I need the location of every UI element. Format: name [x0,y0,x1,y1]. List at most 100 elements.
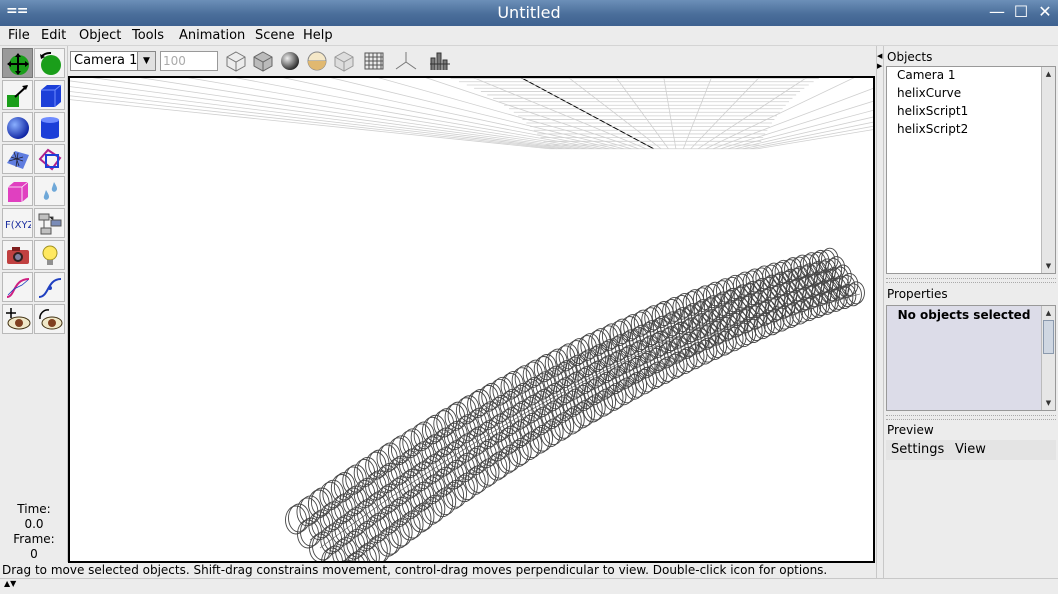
transparent-button[interactable] [305,50,329,72]
textured-icon [334,51,354,72]
sphere-shaded-button[interactable] [278,50,302,72]
object-item-helixscript2[interactable]: helixScript2 [897,122,968,136]
wireframe-button[interactable] [224,50,248,72]
polymesh-tool[interactable] [2,144,33,174]
tube-icon [38,213,62,235]
scroll-thumb[interactable] [1043,320,1054,354]
ground-grid [70,78,873,150]
viewport-3d[interactable] [68,76,875,563]
pink-cube-icon [8,181,29,202]
cube-tool[interactable] [34,80,65,110]
properties-title: Properties [887,287,948,301]
close-button[interactable]: ✕ [1036,3,1054,21]
template-button[interactable] [428,50,452,72]
vertical-splitter[interactable]: ◀ ▶ [876,46,884,578]
move-view-tool[interactable] [2,304,33,334]
sphere-shaded-icon [281,52,299,70]
rotate-tool[interactable] [34,48,65,78]
objects-title: Objects [887,50,933,64]
menu-help[interactable]: Help [303,28,333,43]
maximize-button[interactable]: ☐ [1012,3,1030,21]
panel-divider-top[interactable] [886,278,1056,283]
smooth-shaded-icon [253,51,273,72]
view-toolbar: Camera 1 ▼ 100 [68,46,876,76]
chevron-down-icon[interactable]: ▼ [137,52,155,70]
axes-button[interactable] [394,50,418,72]
menu-scene[interactable]: Scene [255,28,295,43]
menu-tools[interactable]: Tools [132,28,164,43]
sphere-icon [7,117,29,139]
camera-tool[interactable] [2,240,33,270]
fxyz-tool[interactable]: F(XYZ) [2,208,33,238]
curve-tool[interactable] [2,272,33,302]
tube-tool[interactable] [34,208,65,238]
object-item-helixscript1[interactable]: helixScript1 [897,104,968,118]
minimize-button[interactable]: — [988,3,1006,21]
time-value: 0.0 [24,517,44,531]
rotate-view-tool[interactable] [34,304,65,334]
object-list-scrollbar[interactable]: ▲ ▼ [1041,67,1055,273]
tube-curve-tool[interactable] [34,272,65,302]
object-list[interactable]: Camera 1 helixCurve helixScript1 helixSc… [886,66,1056,274]
preview-area [886,460,1056,576]
preview-title: Preview [887,423,934,437]
menu-object[interactable]: Object [79,28,121,43]
scroll-down-icon[interactable]: ▼ [1042,259,1055,273]
status-text: Drag to move selected objects. Shift-dra… [2,563,828,577]
scene-canvas[interactable] [70,78,873,561]
bottom-edge: ▲▼ [0,578,1058,594]
pink-cube-tool[interactable] [2,176,33,206]
time-label: Time: [17,502,51,516]
preview-menu-bar: Settings View [886,440,1056,460]
splitter-right-arrow-icon[interactable]: ▶ [877,62,882,70]
window-title: Untitled [497,3,561,22]
scroll-up-icon[interactable]: ▲ [1042,67,1055,81]
object-item-camera[interactable]: Camera 1 [897,68,956,82]
cylinder-icon [41,117,59,139]
curve-icon [6,278,30,298]
camera-select-value: Camera 1 [74,53,138,68]
frame-value: 0 [30,547,38,561]
panel-divider-bottom[interactable] [886,415,1056,420]
no-selection-message: No objects selected [897,308,1031,322]
properties-scrollbar[interactable]: ▲ ▼ [1041,306,1055,410]
camera-icon [7,247,29,264]
camera-select[interactable]: Camera 1 ▼ [70,51,156,71]
polymesh-icon [7,151,29,169]
rotate-icon [40,51,61,75]
axes-icon [395,52,417,70]
helix-mesh [285,247,865,561]
grid-icon [364,52,384,70]
move-tool[interactable] [2,48,33,78]
grid-button[interactable] [362,50,386,72]
scroll-up-icon[interactable]: ▲ [1042,306,1055,320]
move-icon [7,53,29,75]
preview-menu-view[interactable]: View [955,442,986,457]
fxyz-icon: F(XYZ) [5,220,31,231]
smooth-shaded-button[interactable] [251,50,275,72]
cube-icon [41,84,62,107]
object-item-helixcurve[interactable]: helixCurve [897,86,961,100]
light-tool[interactable] [34,240,65,270]
template-icon [430,52,450,70]
scale-icon [7,85,28,107]
skew-tool[interactable] [34,144,65,174]
scale-input[interactable]: 100 [160,51,218,71]
menu-edit[interactable]: Edit [41,28,66,43]
wireframe-icon [226,51,246,72]
move-view-icon [6,308,31,330]
cylinder-tool[interactable] [34,112,65,142]
scale-tool[interactable] [2,80,33,110]
sphere-tool[interactable] [2,112,33,142]
menu-animation[interactable]: Animation [179,28,245,43]
droplet-tool[interactable] [34,176,65,206]
menu-file[interactable]: File [8,28,30,43]
scroll-down-icon[interactable]: ▼ [1042,396,1055,410]
frame-label: Frame: [13,532,55,546]
tube-curve-icon [38,278,62,298]
textured-button[interactable] [332,50,356,72]
preview-menu-settings[interactable]: Settings [891,442,944,457]
collapse-arrows-icon[interactable]: ▲▼ [4,579,16,588]
splitter-left-arrow-icon[interactable]: ◀ [877,52,882,60]
menu-bar: File Edit Object Tools Animation Scene H… [0,26,1058,46]
